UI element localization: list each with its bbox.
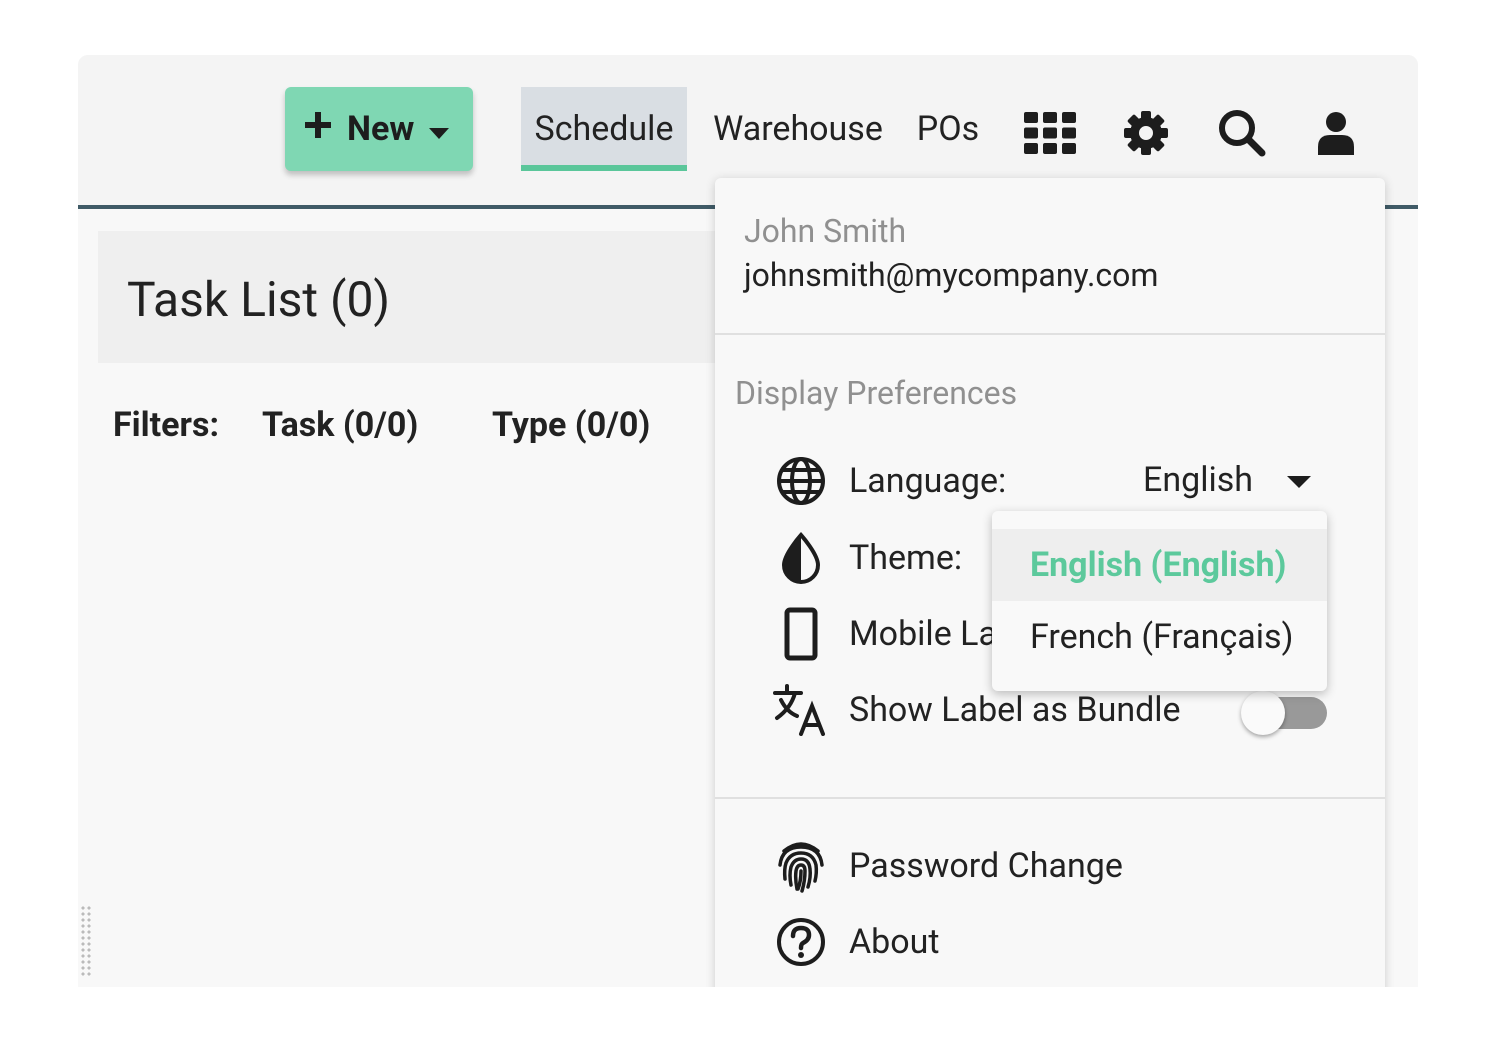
plus-icon	[303, 109, 333, 149]
language-label: Language:	[849, 461, 1007, 501]
user-name: John Smith	[744, 212, 907, 250]
toggle-thumb	[1241, 691, 1285, 735]
about-item[interactable]: About	[773, 912, 940, 972]
tab-schedule[interactable]: Schedule	[521, 87, 687, 171]
contrast-drop-icon	[773, 530, 829, 586]
mobile-layout-row[interactable]: Mobile La	[773, 604, 997, 664]
filter-type[interactable]: Type (0/0)	[492, 405, 650, 445]
translate-icon	[773, 682, 829, 738]
tab-warehouse[interactable]: Warehouse	[708, 87, 888, 171]
mobile-layout-label: Mobile La	[849, 614, 997, 654]
tab-warehouse-label: Warehouse	[713, 109, 883, 149]
show-label-bundle-toggle[interactable]	[1241, 691, 1329, 735]
caret-down-icon[interactable]	[1285, 474, 1313, 494]
new-button-label: New	[347, 109, 415, 149]
new-button[interactable]: New	[285, 87, 473, 171]
fingerprint-icon	[773, 838, 829, 894]
theme-row[interactable]: Theme:	[773, 528, 962, 588]
password-change-item[interactable]: Password Change	[773, 836, 1123, 896]
divider	[715, 333, 1385, 335]
show-label-bundle-row: Show Label as Bundle	[773, 680, 1181, 740]
language-option-french[interactable]: French (Français)	[992, 601, 1327, 673]
section-label: Display Preferences	[735, 374, 1018, 412]
help-circle-icon	[773, 914, 829, 970]
resize-handle[interactable]	[80, 905, 92, 977]
tab-pos-label: POs	[916, 109, 980, 149]
language-dropdown-menu: English (English) French (Français)	[992, 511, 1327, 691]
show-label-bundle-label: Show Label as Bundle	[849, 690, 1181, 730]
tab-pos[interactable]: POs	[908, 87, 988, 171]
language-option-english[interactable]: English (English)	[992, 529, 1327, 601]
gear-icon[interactable]	[1118, 105, 1174, 161]
page-title: Task List (0)	[127, 271, 391, 328]
search-icon[interactable]	[1214, 105, 1270, 161]
about-label: About	[849, 922, 940, 962]
filters-label: Filters:	[113, 405, 220, 445]
mobile-phone-icon	[773, 606, 829, 662]
user-email: johnsmith@mycompany.com	[744, 256, 1159, 294]
task-list-header: Task List (0)	[98, 231, 718, 363]
globe-icon	[773, 453, 829, 509]
divider	[715, 797, 1385, 799]
caret-down-icon	[428, 109, 450, 149]
password-change-label: Password Change	[849, 846, 1123, 886]
apps-grid-icon[interactable]	[1022, 105, 1078, 161]
tab-schedule-label: Schedule	[534, 109, 674, 149]
language-row[interactable]: Language:	[773, 451, 1006, 511]
filter-task[interactable]: Task (0/0)	[262, 405, 418, 445]
user-icon[interactable]	[1308, 105, 1364, 161]
language-select-value[interactable]: English	[1143, 460, 1253, 500]
bottom-crop	[0, 987, 1500, 1039]
theme-label: Theme:	[849, 538, 963, 578]
